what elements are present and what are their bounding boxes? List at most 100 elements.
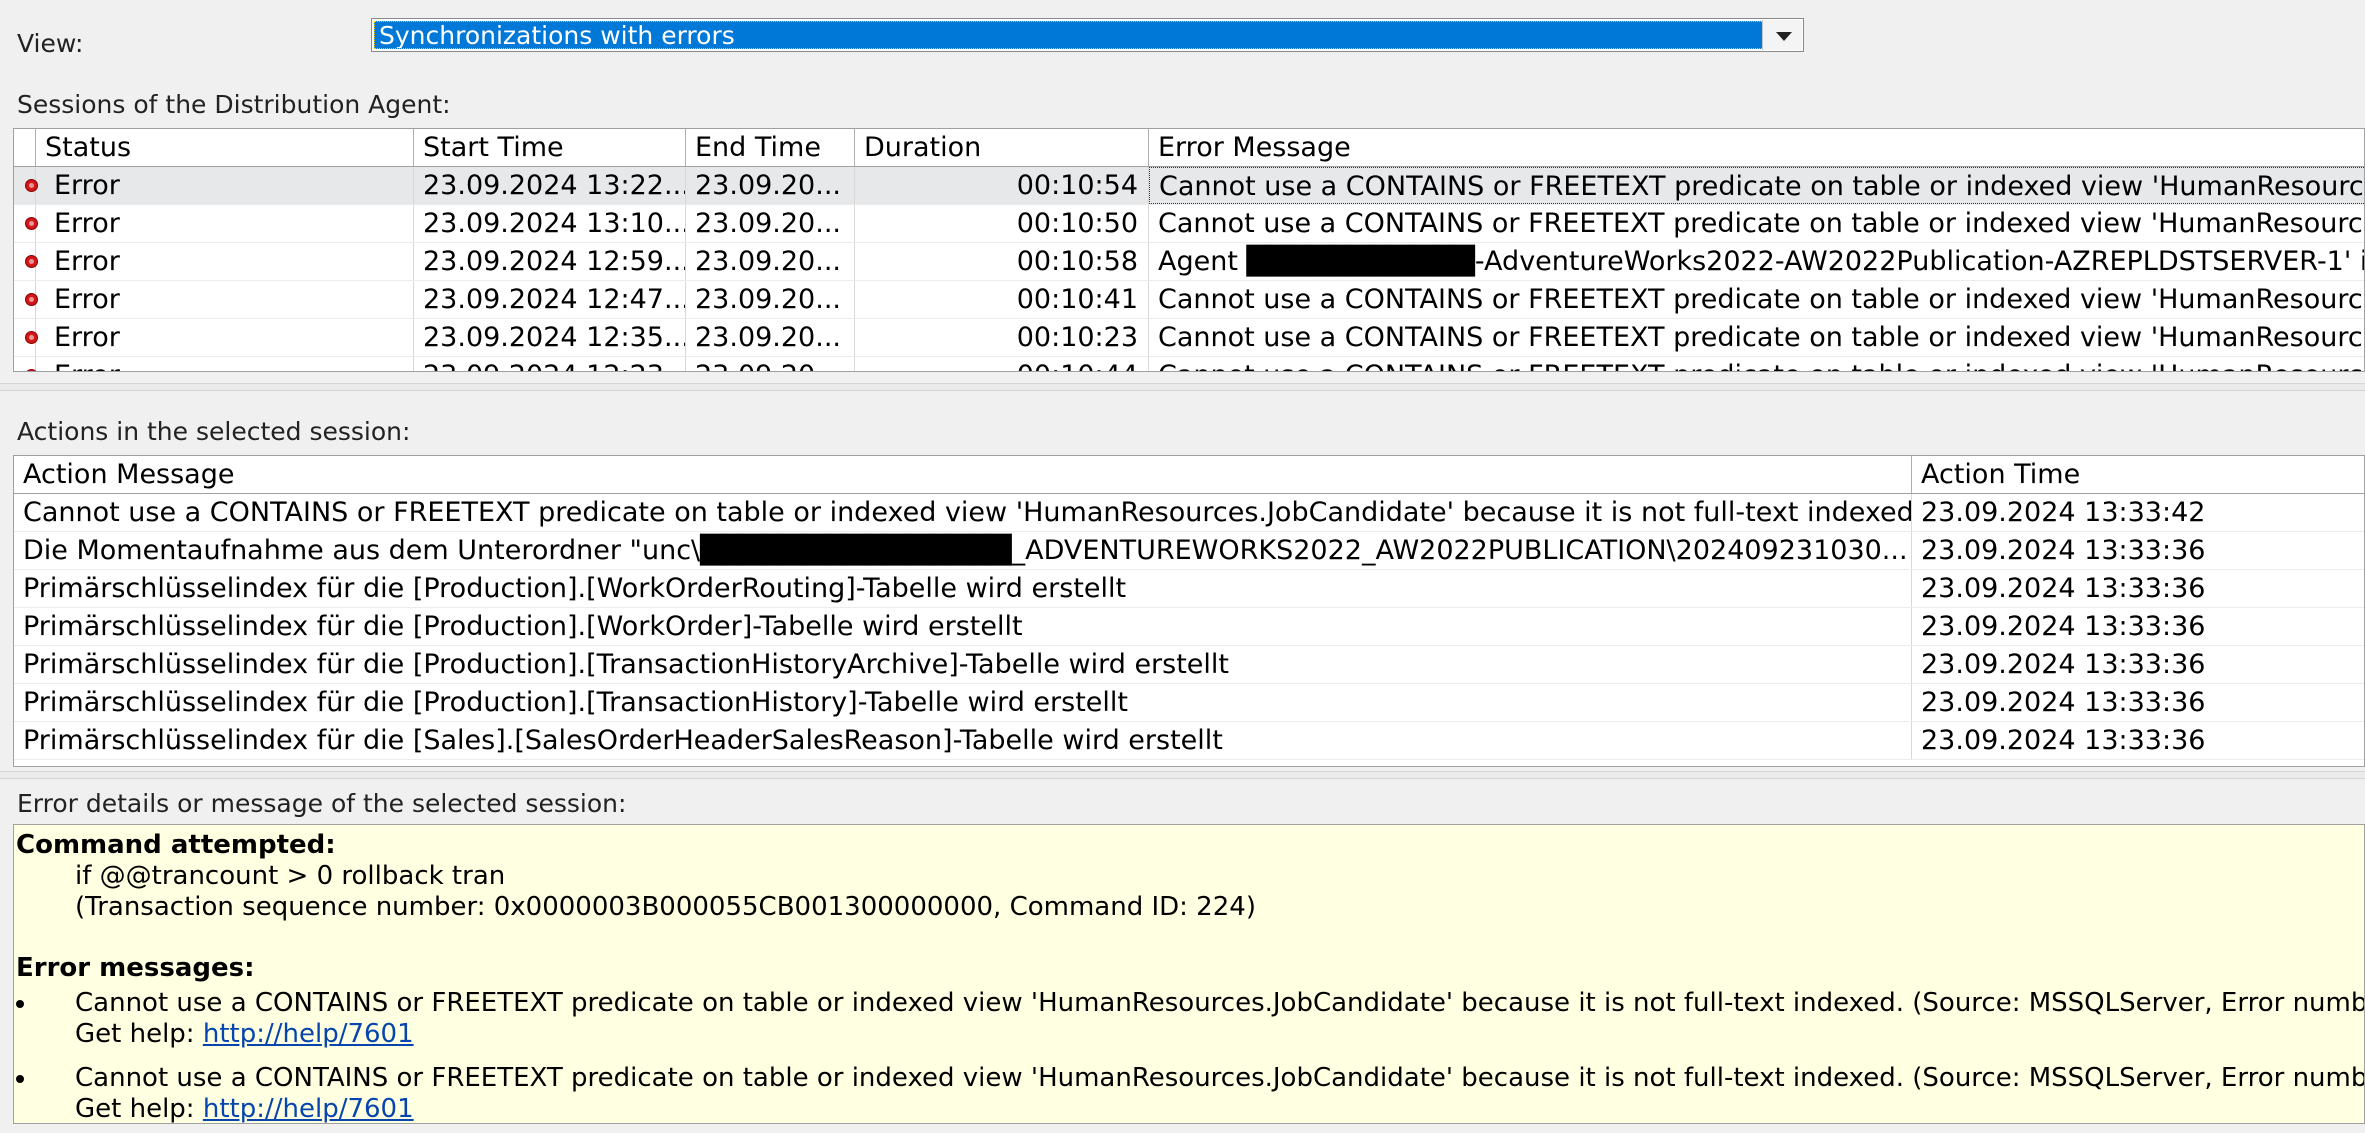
error-icon — [25, 293, 38, 306]
help-line-2: Get help: http://help/7601 — [75, 1094, 414, 1124]
status-cell: Error — [14, 167, 414, 204]
help-line-1: Get help: http://help/7601 — [75, 1019, 414, 1049]
action-time-cell: 23.09.2024 13:33:36 — [1921, 687, 2206, 718]
status-cell: Error — [14, 281, 414, 318]
help-prefix-1: Get help: — [75, 1019, 203, 1049]
view-dropdown[interactable]: Synchronizations with errors — [371, 18, 1804, 52]
sessions-grid-body: Error 23.09.2024 13:22... 23.09.20... 00:10… — [14, 167, 2364, 371]
bullet-icon — [16, 1075, 24, 1083]
status-cell: Error — [14, 205, 414, 242]
action-message-cell: Die Momentaufnahme aus dem Unterordner "… — [14, 532, 1912, 569]
session-row[interactable]: Error 23.09.2024 12:35... 23.09.20... 00:10… — [14, 319, 2364, 357]
transaction-info: (Transaction sequence number: 0x0000003B… — [75, 892, 1256, 922]
action-row[interactable]: Primärschlüsselindex für die [Sales].[Sa… — [14, 722, 2364, 760]
session-row[interactable]: Error 23.09.2024 12:23...23.09.20...00:10… — [14, 357, 2364, 371]
action-time-cell: 23.09.2024 13:33:36 — [1921, 725, 2206, 756]
error-message-cell: Cannot use a CONTAINS or FREETEXT predic… — [1149, 357, 2364, 371]
view-dropdown-value[interactable]: Synchronizations with errors — [374, 21, 1764, 49]
row-indicator-header — [14, 129, 36, 166]
status-text: Error — [54, 207, 120, 239]
session-row[interactable]: Error 23.09.2024 13:22... 23.09.20... 00:10… — [14, 167, 2364, 205]
action-row[interactable]: Primärschlüsselindex für die [Production… — [14, 684, 2364, 722]
column-header-duration[interactable]: Duration — [855, 129, 1149, 166]
actions-grid-body: Cannot use a CONTAINS or FREETEXT predic… — [14, 494, 2364, 766]
end-time-cell: 23.09.20... — [686, 205, 855, 242]
duration-cell: 00:10:50 — [855, 205, 1149, 242]
chevron-down-icon[interactable] — [1762, 20, 1802, 50]
end-time-cell: 23.09.20... — [686, 243, 855, 280]
splitter-top[interactable] — [0, 383, 2365, 391]
action-time-cell: 23.09.2024 13:33:42 — [1921, 497, 2206, 528]
start-time-cell: 23.09.2024 13:10... — [414, 205, 686, 242]
help-link-2[interactable]: http://help/7601 — [203, 1094, 414, 1123]
column-header-end-time[interactable]: End Time — [686, 129, 855, 166]
action-message-cell: Primärschlüsselindex für die [Production… — [14, 646, 1912, 683]
sessions-grid-header: Status Start Time End Time Duration Erro… — [14, 129, 2364, 167]
action-message-cell: Primärschlüsselindex für die [Production… — [14, 608, 1912, 645]
status-text: Error — [54, 283, 120, 315]
view-label: View: — [17, 29, 84, 58]
actions-grid-header: Action Message Action Time — [14, 456, 2364, 494]
actions-section-label: Actions in the selected session: — [17, 417, 411, 446]
action-time-cell: 23.09.2024 13:33:36 — [1921, 573, 2206, 604]
session-row[interactable]: Error 23.09.2024 12:47... 23.09.20... 00:10… — [14, 281, 2364, 319]
command-attempted-heading: Command attempted: — [16, 830, 336, 860]
status-text: Error — [54, 245, 120, 277]
end-time-cell: 23.09.20... — [686, 167, 855, 204]
replication-monitor-window: View: Synchronizations with errors Sessi… — [0, 0, 2365, 1133]
session-row[interactable]: Error 23.09.2024 13:10... 23.09.20... 00:10… — [14, 205, 2364, 243]
start-time-cell: 23.09.2024 13:22... — [414, 167, 686, 204]
error-icon — [25, 331, 38, 344]
start-time-cell: 23.09.2024 12:35... — [414, 319, 686, 356]
action-message-cell: Cannot use a CONTAINS or FREETEXT predic… — [14, 494, 1912, 531]
duration-cell: 00:10:23 — [855, 319, 1149, 356]
session-row[interactable]: Error 23.09.2024 12:59... 23.09.20... 00:10… — [14, 243, 2364, 281]
error-icon — [25, 179, 38, 192]
error-icon — [25, 255, 38, 268]
action-time-cell: 23.09.2024 13:33:36 — [1921, 611, 2206, 642]
action-row[interactable]: Primärschlüsselindex für die [Production… — [14, 646, 2364, 684]
details-section-label: Error details or message of the selected… — [17, 789, 627, 818]
error-message-cell: Cannot use a CONTAINS or FREETEXT predic… — [1158, 284, 2364, 315]
status-cell: Error — [14, 243, 414, 280]
command-text: if @@trancount > 0 rollback tran — [75, 861, 506, 891]
duration-cell: 00:10:41 — [855, 281, 1149, 318]
actions-grid[interactable]: Action Message Action Time Cannot use a … — [13, 455, 2365, 767]
help-link-1[interactable]: http://help/7601 — [203, 1019, 414, 1049]
help-prefix-2: Get help: — [75, 1094, 203, 1124]
error-message-cell: Cannot use a CONTAINS or FREETEXT predic… — [1149, 167, 2364, 204]
action-row[interactable]: Primärschlüsselindex für die [Production… — [14, 608, 2364, 646]
action-row[interactable]: Cannot use a CONTAINS or FREETEXT predic… — [14, 494, 2364, 532]
action-message-cell: Primärschlüsselindex für die [Production… — [14, 684, 1912, 721]
error-details-panel[interactable]: Command attempted: if @@trancount > 0 ro… — [13, 824, 2365, 1124]
end-time-cell: 23.09.20... — [686, 319, 855, 356]
error-message-2: Cannot use a CONTAINS or FREETEXT predic… — [75, 1063, 2365, 1093]
sessions-grid[interactable]: Status Start Time End Time Duration Erro… — [13, 128, 2365, 372]
column-header-action-time[interactable]: Action Time — [1912, 456, 2364, 493]
start-time-cell: 23.09.2024 12:59... — [414, 243, 686, 280]
column-header-start-time[interactable]: Start Time — [414, 129, 686, 166]
status-cell: Error — [14, 357, 414, 371]
status-text: Error — [54, 357, 120, 372]
start-time-cell: 23.09.2024 12:47... — [414, 281, 686, 318]
error-icon — [25, 217, 38, 230]
duration-cell: 00:10:54 — [855, 167, 1149, 204]
duration-cell: 00:10:58 — [855, 243, 1149, 280]
end-time-cell: 23.09.20... — [686, 281, 855, 318]
status-cell: Error — [14, 319, 414, 356]
column-header-status[interactable]: Status — [36, 129, 414, 166]
error-message-cell: Cannot use a CONTAINS or FREETEXT predic… — [1158, 322, 2364, 353]
action-row[interactable]: Die Momentaufnahme aus dem Unterordner "… — [14, 532, 2364, 570]
splitter-bottom[interactable] — [0, 771, 2365, 779]
error-message-cell: Agent ███████████-AdventureWorks2022-AW2… — [1158, 246, 2364, 277]
action-row[interactable]: Primärschlüsselindex für die [Production… — [14, 570, 2364, 608]
action-time-cell: 23.09.2024 13:33:36 — [1921, 649, 2206, 680]
error-messages-heading: Error messages: — [16, 953, 255, 983]
start-time-cell: 23.09.2024 12:23... — [414, 357, 686, 371]
action-message-cell: Primärschlüsselindex für die [Production… — [14, 570, 1912, 607]
action-message-cell: Primärschlüsselindex für die [Sales].[Sa… — [14, 722, 1912, 759]
status-text: Error — [54, 321, 120, 353]
column-header-action-message[interactable]: Action Message — [14, 456, 1912, 493]
column-header-error-message[interactable]: Error Message — [1149, 129, 2364, 166]
action-time-cell: 23.09.2024 13:33:36 — [1921, 535, 2206, 566]
